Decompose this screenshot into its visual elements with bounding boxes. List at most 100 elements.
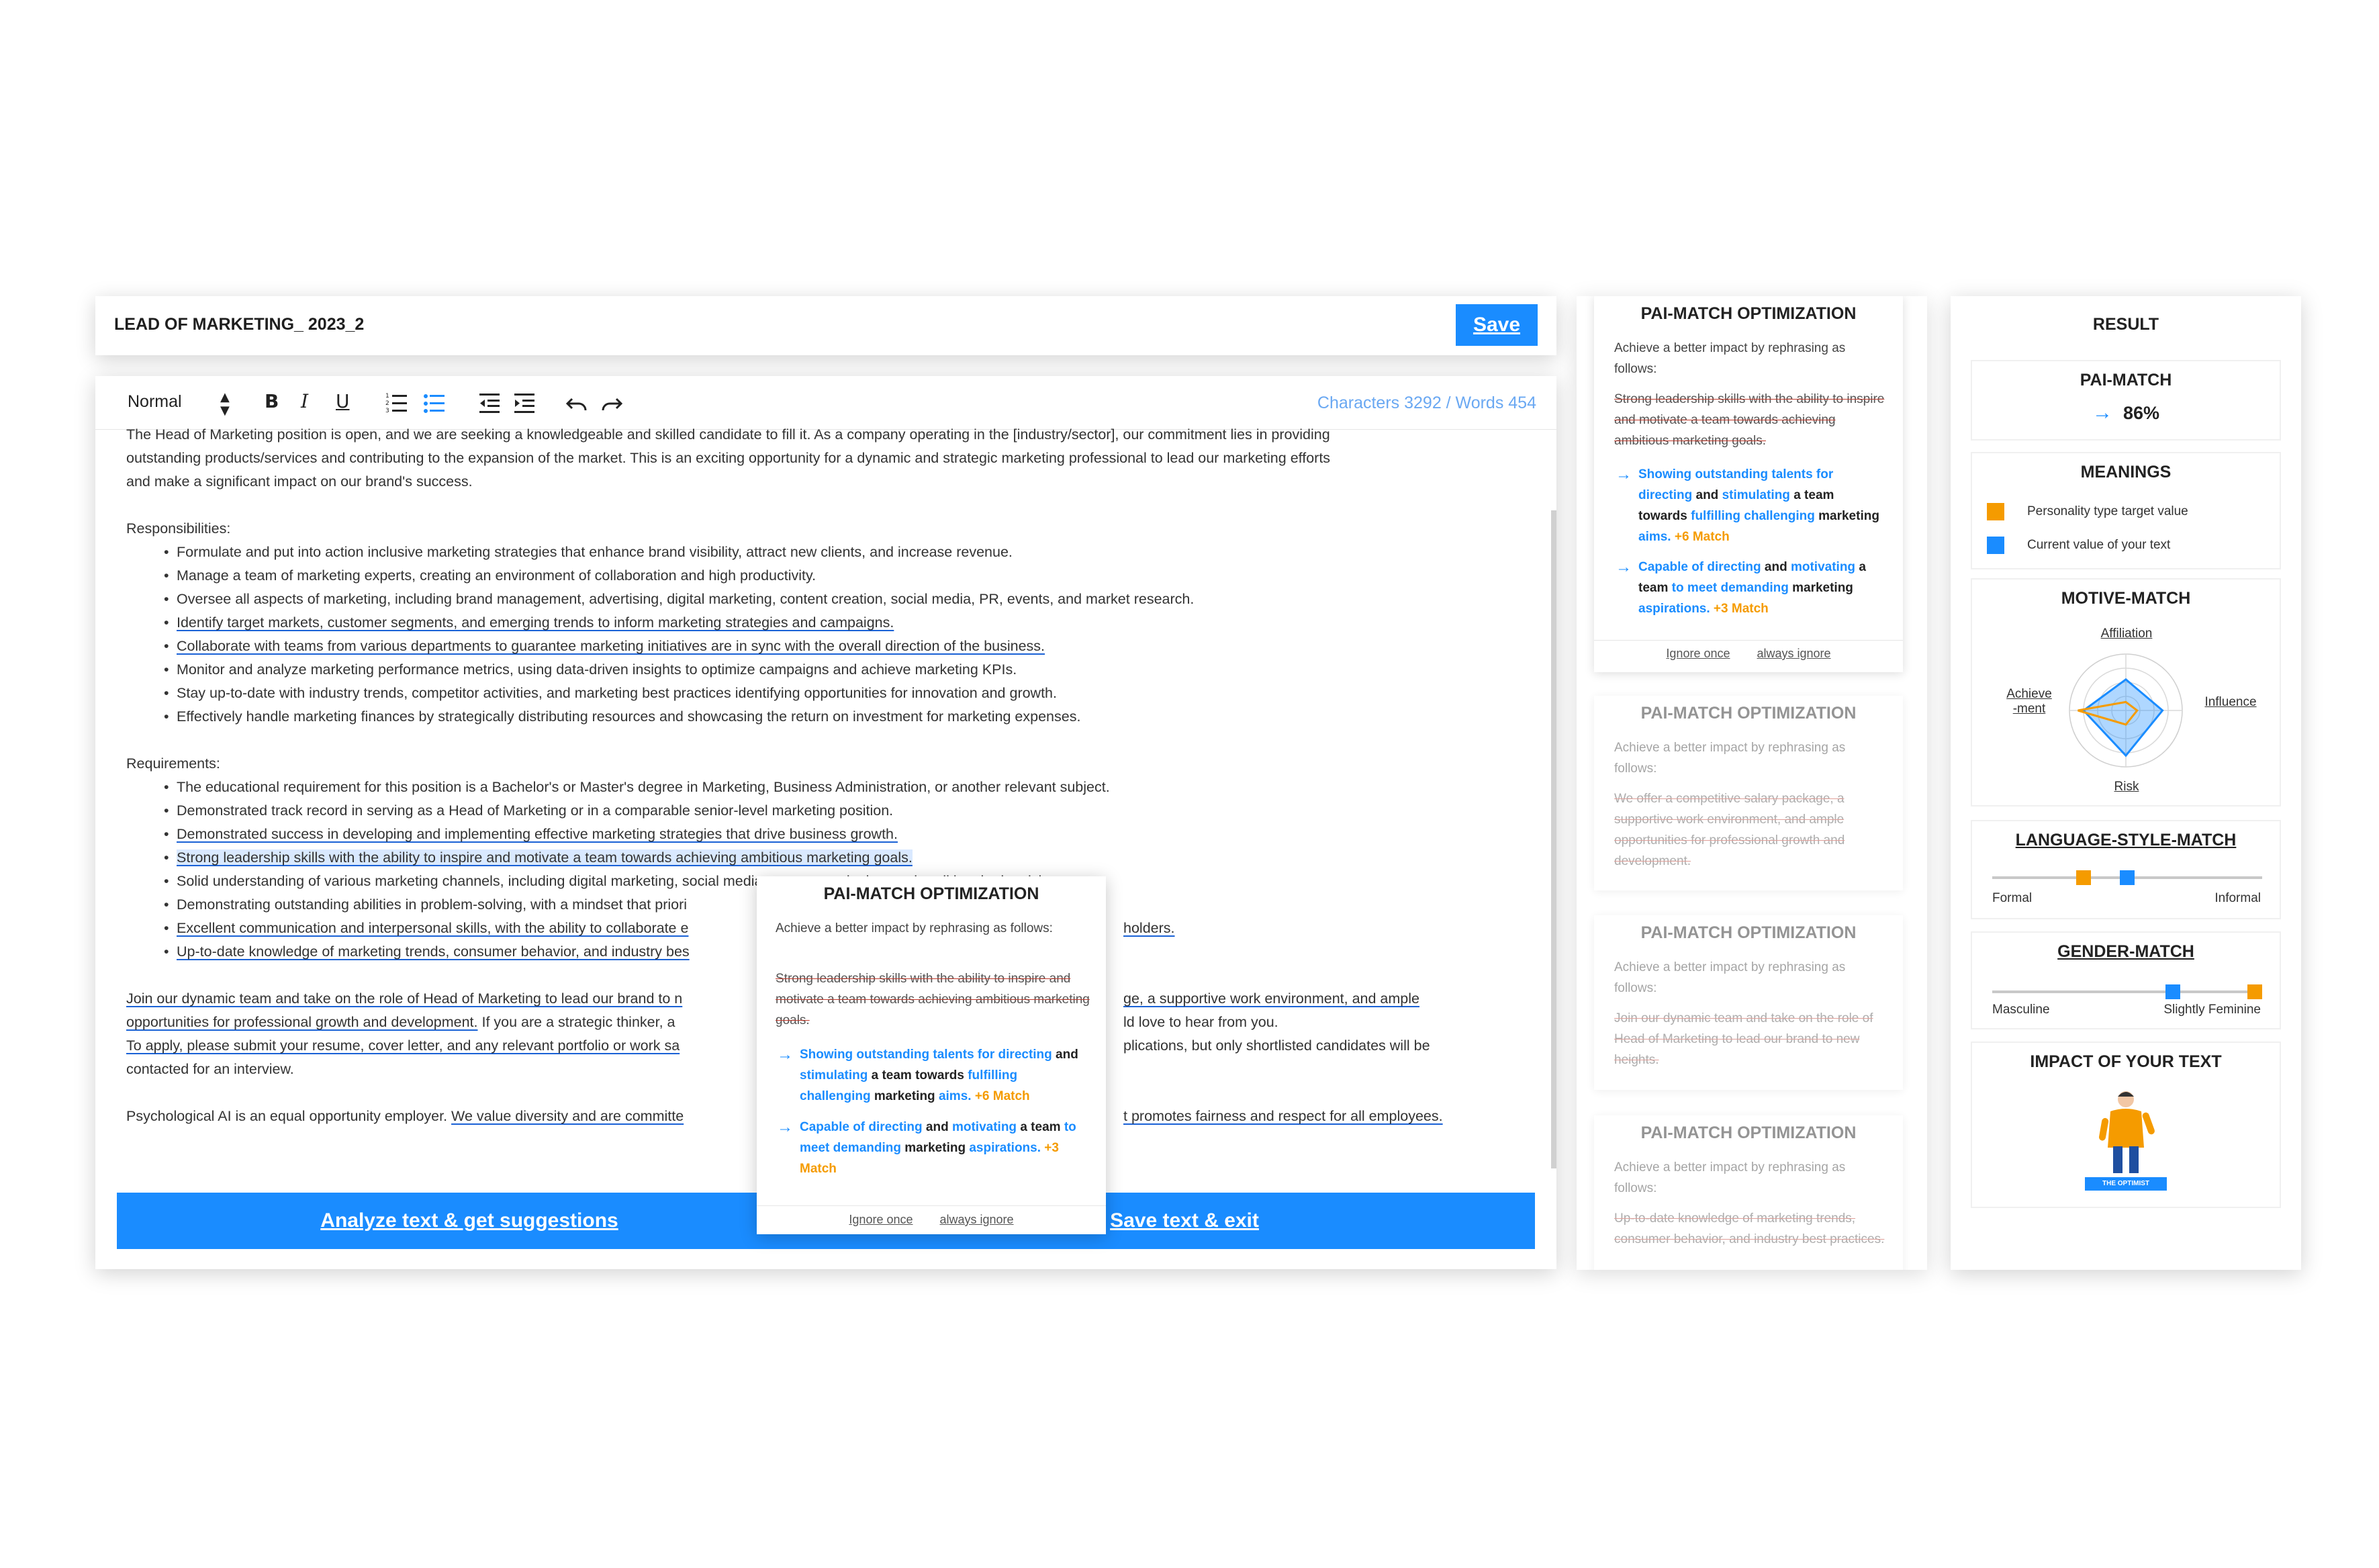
indent-icon[interactable] [513,389,536,416]
impact-badge: THE OPTIMIST [2085,1177,2167,1191]
card-subtitle: Achieve a better impact by rephrasing as… [1614,960,1846,995]
pai-match-score: → 86% [1972,402,2280,424]
closing-text: plications, but only shortlisted candida… [1123,1037,1430,1054]
popup-actions: Ignore once always ignore [757,1213,1106,1227]
ignore-once-link[interactable]: Ignore once [1666,647,1730,660]
suggestion-word: aims. [938,1089,972,1103]
save-button[interactable]: Save [1456,304,1538,346]
ignore-once-link[interactable]: Ignore once [849,1213,913,1226]
target-marker [2247,984,2262,999]
svg-text:2: 2 [385,400,389,407]
optimist-figure-icon [2098,1091,2155,1173]
arrow-right-icon: → [777,1118,793,1136]
always-ignore-link[interactable]: always ignore [1757,647,1831,660]
suggestion-option-2[interactable]: → Capable of directing and motivating a … [776,1117,1091,1179]
editor-toolbar: Normal ▲ ▼ B I U 1 2 3 Characters 3292 /… [95,376,1556,430]
original-sentence: Strong leadership skills with the abilit… [776,972,1090,1027]
arrow-right-icon: → [1616,465,1632,483]
responsibilities-heading: Responsibilities: [126,520,231,537]
pai-match-title: PAI-MATCH [2080,371,2172,389]
result-title: RESULT [2092,315,2159,334]
suggestion-word: and [922,1120,952,1134]
suggestion-word: and [1761,560,1791,574]
list-item: Formulate and put into action inclusive … [126,541,1530,564]
card-subtitle: Achieve a better impact by rephrasing as… [1614,1160,1846,1195]
suggestion-underline[interactable]: Identify target markets, customer segmen… [177,614,894,631]
redo-icon[interactable] [600,391,623,418]
suggestion-card-active[interactable]: PAI-MATCH OPTIMIZATION Achieve a better … [1594,296,1903,672]
list-item: The educational requirement for this pos… [126,776,1530,799]
suggestion-underline[interactable]: t promotes fairness and respect for all … [1123,1105,1443,1128]
selected-suggestion-text[interactable]: Strong leadership skills with the abilit… [177,849,913,866]
suggestion-underline[interactable]: Demonstrated success in developing and i… [177,826,898,842]
suggestion-word: and [1052,1048,1078,1062]
suggestion-word: motivating [951,1120,1017,1134]
card-subtitle: Achieve a better impact by rephrasing as… [1614,341,1846,376]
ordered-list-icon[interactable]: 1 2 3 [385,389,408,416]
list-item: Demonstrated track record in serving as … [126,799,1530,823]
suggestion-word: stimulating [800,1068,868,1082]
analyze-button[interactable]: Analyze text & get suggestions [117,1193,822,1249]
suggestion-word: aspirations. [969,1141,1041,1155]
suggestion-underline[interactable]: To apply, please submit your resume, cov… [126,1037,680,1054]
intro-line: The Head of Marketing position is open, … [126,426,1330,443]
suggestion-card[interactable]: PAI-MATCH OPTIMIZATION Achieve a better … [1594,915,1903,1090]
eeo-text: Psychological AI is an equal opportunity… [126,1108,452,1124]
bullet-list-icon[interactable] [423,389,446,416]
list-item: Manage a team of marketing experts, crea… [126,564,1530,588]
suggestion-word: Capable of directing [800,1120,923,1134]
suggestion-word: fulfilling challenging [1691,509,1815,523]
slider-left-label: Formal [1992,891,2033,905]
suggestion-underline[interactable]: ge, a supportive work environment, and a… [1123,987,1419,1011]
suggestion-underline[interactable]: holders. [1123,917,1175,940]
outdent-icon[interactable] [478,389,501,416]
suggestion-option-2[interactable]: → Capable of directing and motivating a … [1614,557,1886,619]
undo-icon[interactable] [565,391,588,418]
legend-label: Personality type target value [2027,504,2188,518]
paragraph-style-select[interactable]: Normal [128,388,182,415]
current-marker[interactable] [2165,984,2181,999]
language-style-slider[interactable] [1992,870,2262,885]
closing-text: If you are a strategic thinker, a [477,1014,675,1030]
document-title[interactable]: LEAD OF MARKETING_ 2023_2 [114,315,364,334]
slider-right-label: Informal [2214,891,2261,905]
document-title-bar: LEAD OF MARKETING_ 2023_2 Save [95,296,1556,355]
motive-affiliation-label: Affiliation [2100,627,2153,641]
list-item: Strong leadership skills with the abilit… [126,846,1530,870]
list-item: Stay up-to-date with industry trends, co… [126,682,1530,705]
legend-target: Personality type target value [1987,503,2188,520]
motive-label-part: Achieve [2006,687,2052,701]
suggestion-option-1[interactable]: → Showing outstanding talents for direct… [1614,464,1886,547]
suggestion-underline[interactable]: We value diversity and are committe [451,1108,684,1124]
suggestion-underline[interactable]: Join our dynamic team and take on the ro… [126,990,682,1007]
editor-scrollbar[interactable] [1551,510,1556,1168]
suggestions-panel: PAI-MATCH OPTIMIZATION Achieve a better … [1577,296,1927,1270]
current-swatch [1987,537,2004,554]
suggestion-underline[interactable]: Collaborate with teams from various depa… [177,638,1045,654]
card-title: PAI-MATCH OPTIMIZATION [1640,923,1857,942]
suggestion-card[interactable]: PAI-MATCH OPTIMIZATION Achieve a better … [1594,696,1903,890]
current-marker[interactable] [2120,870,2135,885]
suggestion-word: aspirations. [1638,602,1710,616]
target-swatch [1987,503,2004,520]
pai-match-value: 86% [2123,403,2160,423]
list-item: Demonstrated success in developing and i… [126,823,1530,846]
gender-slider[interactable] [1992,984,2262,999]
suggestion-underline[interactable]: Excellent communication and interpersona… [177,920,688,936]
suggestion-card[interactable]: PAI-MATCH OPTIMIZATION Achieve a better … [1594,1115,1903,1270]
suggestion-underline[interactable]: Up-to-date knowledge of marketing trends… [177,943,690,960]
bold-icon[interactable]: B [265,388,279,415]
legend-label: Current value of your text [2027,538,2171,552]
suggestion-word: Showing outstanding talents for directin… [800,1048,1052,1062]
svg-text:1: 1 [385,393,389,400]
always-ignore-link[interactable]: always ignore [940,1213,1014,1226]
original-sentence: Join our dynamic team and take on the ro… [1614,1011,1873,1067]
card-subtitle: Achieve a better impact by rephrasing as… [1614,741,1846,776]
slider-right-label: Slightly Feminine [2163,1003,2261,1017]
list-item: Monitor and analyze marketing performanc… [126,658,1530,682]
italic-icon[interactable]: I [301,388,308,415]
suggestion-option-1[interactable]: → Showing outstanding talents for direct… [776,1044,1091,1107]
underline-icon[interactable]: U [336,388,350,415]
suggestion-underline[interactable]: opportunities for professional growth an… [126,1014,478,1030]
arrow-right-icon: → [1616,558,1632,576]
